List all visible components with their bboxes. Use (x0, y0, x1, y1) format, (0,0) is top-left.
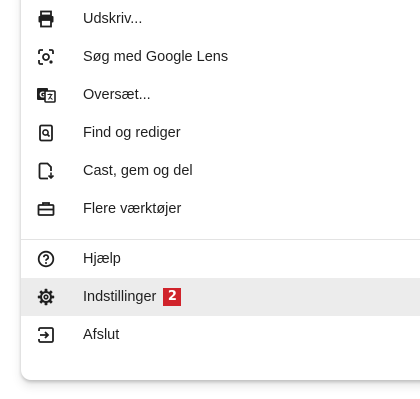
menu-item-label: Søg med Google Lens (83, 49, 229, 65)
menu-item-label: Afslut (83, 327, 120, 343)
help-icon (35, 248, 57, 270)
print-icon (35, 8, 57, 30)
gear-icon (35, 286, 57, 308)
menu-item-label: Flere værktøjer (83, 201, 182, 217)
menu-item-print[interactable]: Udskriv... (21, 0, 420, 38)
toolbox-icon (35, 198, 57, 220)
menu-item-exit[interactable]: Afslut (21, 316, 420, 354)
menu-item-google-lens[interactable]: Søg med Google Lens (21, 38, 420, 76)
screenshot-canvas: Udskriv... Søg med Google Lens G Oversæt… (0, 0, 420, 399)
cast-save-share-icon (35, 160, 57, 182)
menu-item-label: Oversæt... (83, 87, 151, 103)
menu-item-label: Udskriv... (83, 11, 143, 27)
find-edit-icon (35, 122, 57, 144)
chrome-main-menu: Udskriv... Søg med Google Lens G Oversæt… (21, 0, 420, 380)
menu-item-find-edit[interactable]: Find og rediger (21, 114, 420, 152)
menu-item-label: Hjælp (83, 251, 121, 267)
menu-section-app: Hjælp Indstillinger 2 Afslut (21, 240, 420, 354)
menu-item-label: Cast, gem og del (83, 163, 193, 179)
menu-item-cast-save-share[interactable]: Cast, gem og del (21, 152, 420, 190)
menu-item-help[interactable]: Hjælp (21, 240, 420, 278)
menu-item-label: Indstillinger (83, 289, 157, 305)
menu-section-tools: Udskriv... Søg med Google Lens G Oversæt… (21, 0, 420, 228)
translate-icon: G (35, 84, 57, 106)
exit-icon (35, 324, 57, 346)
menu-item-settings[interactable]: Indstillinger 2 (21, 278, 420, 316)
menu-item-more-tools[interactable]: Flere værktøjer (21, 190, 420, 228)
menu-item-label: Find og rediger (83, 125, 181, 141)
menu-item-translate[interactable]: G Oversæt... (21, 76, 420, 114)
step-number-badge: 2 (163, 288, 182, 306)
google-lens-icon (35, 46, 57, 68)
